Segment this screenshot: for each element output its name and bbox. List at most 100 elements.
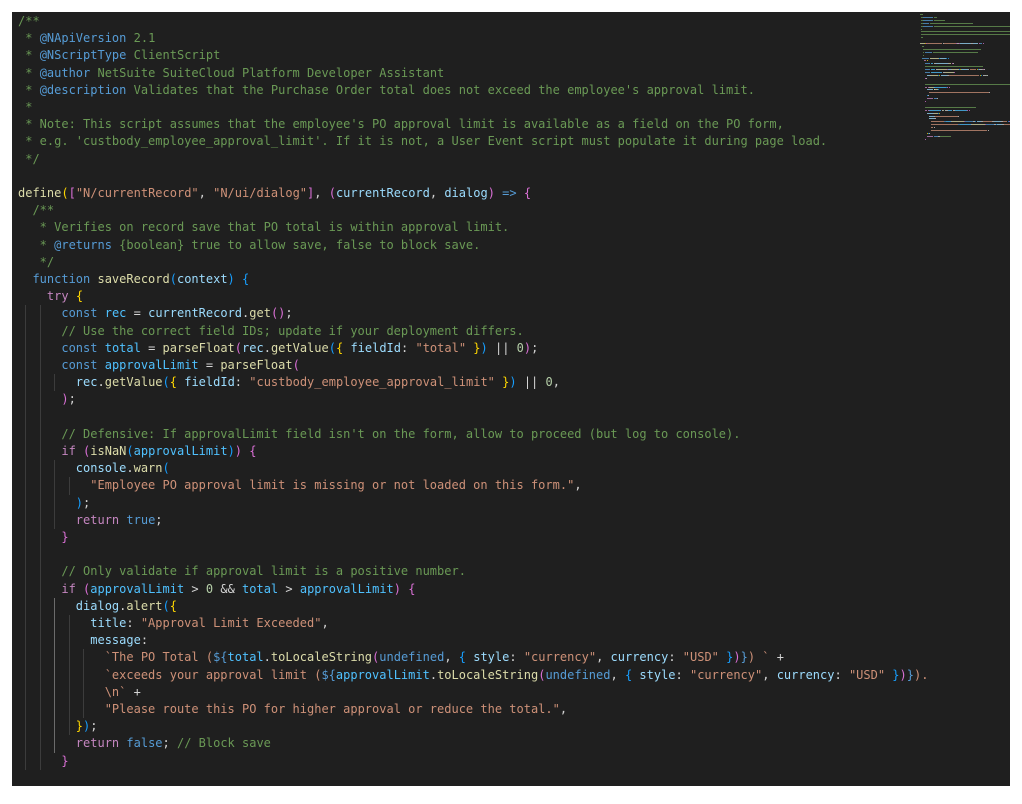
code-line[interactable]: // Defensive: If approvalLimit field isn… [18, 426, 740, 443]
code-line[interactable]: \n` + [18, 684, 141, 701]
minimap-mark [930, 130, 988, 131]
minimap-mark [922, 54, 925, 56]
minimap[interactable] [904, 12, 1010, 152]
code-line[interactable]: */ [18, 151, 39, 168]
code-line[interactable]: if (approvalLimit > 0 && total > approva… [18, 581, 415, 598]
code-token: { [242, 272, 250, 286]
code-line[interactable]: rec.getValue({ fieldId: "custbody_employ… [18, 374, 560, 391]
code-line[interactable]: /** [18, 13, 40, 30]
minimap-mark [972, 124, 985, 126]
code-line[interactable]: * @returns {boolean} true to allow save,… [18, 237, 481, 254]
code-token: [ [68, 186, 76, 200]
minimap-mark [929, 92, 990, 94]
code-line[interactable]: * @NApiVersion 2.1 [18, 30, 155, 47]
code-line[interactable]: // Only validate if approval limit is a … [18, 563, 466, 580]
code-token: { [408, 581, 416, 596]
code-token: */ [18, 254, 55, 269]
code-line[interactable]: `exceeds your approval limit (${approval… [18, 667, 929, 684]
code-line[interactable]: `The PO Total (${total.toLocaleString(un… [18, 649, 784, 666]
code-token: 2.1 [126, 31, 156, 46]
code-token: title [90, 616, 127, 630]
code-line[interactable]: message: [18, 632, 148, 649]
code-line[interactable]: const rec = currentRecord.get(); [18, 305, 292, 322]
code-line[interactable]: const total = parseFloat(rec.getValue({ … [18, 340, 538, 357]
minimap-mark [957, 115, 959, 117]
code-line[interactable]: * @author NetSuite SuiteCloud Platform D… [18, 65, 444, 82]
code-token: 0 [545, 375, 553, 390]
code-token: approvalLimit [299, 581, 394, 596]
code-line[interactable]: // Use the correct field IDs; update if … [18, 323, 523, 340]
code-token: , [596, 650, 611, 665]
code-token: . [97, 375, 105, 390]
code-area[interactable]: /** * @NApiVersion 2.1 * @NScriptType Cl… [12, 12, 928, 786]
code-line[interactable]: const approvalLimit = parseFloat( [18, 357, 300, 374]
minimap-mark [925, 109, 928, 111]
code-token: get [249, 306, 271, 321]
code-line[interactable]: "Please route this PO for higher approva… [18, 701, 567, 718]
code-line[interactable]: define(["N/currentRecord", "N/ui/dialog"… [18, 185, 531, 202]
minimap-mark [968, 109, 970, 111]
code-line[interactable]: }); [18, 718, 98, 735]
code-token: ; [531, 340, 539, 355]
code-line[interactable]: */ [18, 254, 54, 271]
minimap-mark [934, 86, 947, 88]
indent-guide [54, 374, 56, 392]
code-token: * [18, 48, 40, 63]
code-token: { [75, 289, 84, 304]
minimap-mark [938, 89, 939, 91]
code-token: ( [292, 358, 300, 372]
code-line[interactable]: "Employee PO approval limit is missing o… [18, 477, 581, 494]
code-line[interactable]: /** [18, 202, 54, 219]
minimap-mark [924, 51, 932, 53]
code-token: * [18, 100, 33, 114]
code-token: . [263, 650, 271, 665]
minimap-mark [925, 69, 930, 71]
code-token: style [473, 650, 510, 665]
code-token: } [740, 650, 748, 665]
code-token: "Please route this PO for higher approva… [104, 702, 560, 716]
code-token: : [675, 667, 690, 682]
code-token: define [18, 186, 62, 200]
indent-guide [68, 477, 70, 495]
code-line[interactable]: * e.g. 'custbody_employee_approval_limit… [18, 133, 827, 150]
code-token: = [140, 340, 163, 355]
code-token: ( [162, 375, 170, 390]
code-token: return [75, 512, 120, 527]
code-line[interactable]: * @description Validates that the Purcha… [18, 82, 755, 99]
code-line[interactable]: function saveRecord(context) { [18, 271, 249, 288]
code-line[interactable]: * [18, 99, 32, 116]
code-token: getValue [104, 375, 163, 390]
minimap-mark [927, 135, 933, 137]
minimap-mark [930, 127, 934, 129]
code-line[interactable]: * Note: This script assumes that the emp… [18, 116, 784, 133]
code-line[interactable]: ); [18, 391, 75, 408]
code-line[interactable]: * Verifies on record save that PO total … [18, 219, 510, 236]
indent-guide [25, 305, 27, 770]
code-line[interactable]: try { [18, 288, 83, 305]
code-line[interactable]: title: "Approval Limit Exceeded", [18, 615, 328, 632]
code-token: ( [126, 444, 134, 458]
code-token: => [502, 186, 517, 200]
code-line[interactable]: * @NScriptType ClientScript [18, 47, 220, 64]
code-token: `The PO Total ( [104, 650, 214, 665]
code-token: ${ [213, 650, 228, 665]
minimap-mark [925, 101, 927, 102]
code-token: currency [776, 667, 835, 682]
minimap-mark [986, 74, 988, 76]
code-token: , [559, 702, 568, 716]
code-editor[interactable]: /** * @NApiVersion 2.1 * @NScriptType Cl… [12, 12, 1010, 786]
minimap-mark [921, 57, 929, 59]
minimap-mark [930, 63, 934, 65]
minimap-mark [925, 83, 1010, 85]
code-line[interactable]: dialog.alert({ [18, 598, 177, 615]
code-line[interactable]: return false; // Block save [18, 735, 271, 752]
code-line[interactable]: if (isNaN(approvalLimit)) { [18, 443, 256, 460]
